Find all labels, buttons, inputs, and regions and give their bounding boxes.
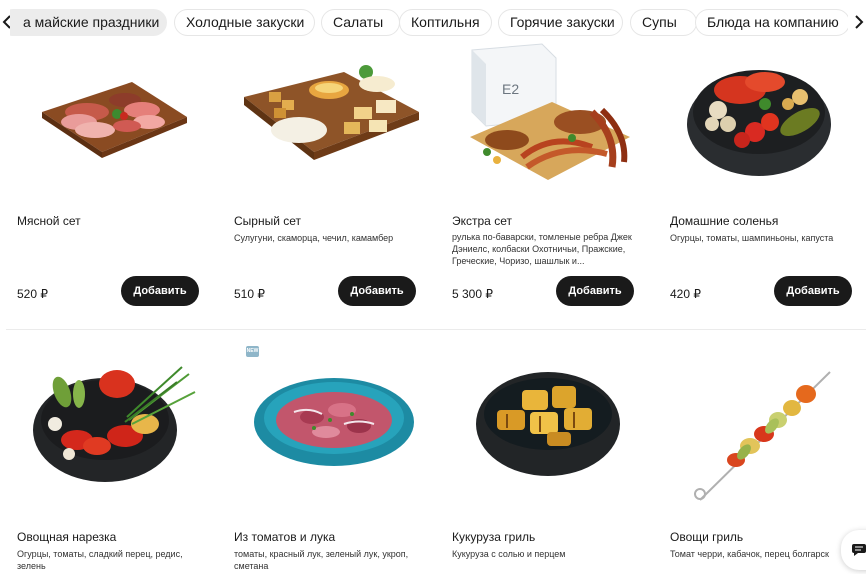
- category-chip-group-dishes[interactable]: Блюда на компанию: [695, 9, 848, 36]
- category-chips: а майские праздники Холодные закуски Сал…: [10, 9, 848, 37]
- product-card-grilled-corn[interactable]: Кукуруза гриль Кукуруза с солью и перцем: [452, 362, 642, 574]
- product-title[interactable]: Сырный сет: [234, 214, 301, 228]
- chat-icon: [852, 544, 866, 556]
- add-to-cart-button[interactable]: Добавить: [121, 276, 199, 306]
- product-description: Огурцы, томаты, шампиньоны, капуста: [670, 233, 834, 243]
- meat-platter-image: [17, 52, 207, 182]
- product-card-meat-set[interactable]: Мясной сет 520 ₽ Добавить: [17, 52, 207, 312]
- chat-button[interactable]: [841, 530, 866, 570]
- product-title[interactable]: Мясной сет: [17, 214, 81, 228]
- category-chip-soups[interactable]: Супы: [630, 9, 697, 36]
- product-price: 510 ₽: [234, 287, 265, 301]
- category-chip-salads[interactable]: Салаты: [321, 9, 400, 36]
- product-card-cheese-set[interactable]: Сырный сет Сулугуни, скаморца, чечил, ка…: [234, 52, 424, 312]
- product-description: Томат черри, кабачок, перец болгарск: [670, 549, 829, 559]
- product-title[interactable]: Кукуруза гриль: [452, 530, 535, 544]
- product-description: рулька по-баварски, томленые ребра Джек …: [452, 232, 632, 266]
- category-chip-smokehouse[interactable]: Коптильня: [399, 9, 492, 36]
- product-price: 420 ₽: [670, 287, 701, 301]
- cheese-platter-image: [234, 52, 424, 182]
- product-price: 5 300 ₽: [452, 287, 493, 301]
- category-chip-cold-snacks[interactable]: Холодные закуски: [174, 9, 315, 36]
- add-to-cart-button[interactable]: Добавить: [774, 276, 852, 306]
- new-badge: NEW: [246, 346, 259, 357]
- add-to-cart-button[interactable]: Добавить: [338, 276, 416, 306]
- category-chip-may-holidays[interactable]: а майские праздники: [10, 9, 167, 36]
- product-description: Сулугуни, скаморца, чечил, камамбер: [234, 233, 394, 243]
- product-title[interactable]: Овощи гриль: [670, 530, 743, 544]
- chevron-right-icon[interactable]: [852, 11, 866, 33]
- product-title[interactable]: Экстра сет: [452, 214, 512, 228]
- product-price: 520 ₽: [17, 287, 48, 301]
- product-card-vegetable-slices[interactable]: Овощная нарезка Огурцы, томаты, сладкий …: [17, 362, 207, 574]
- product-description: Кукуруза с солью и перцем: [452, 549, 566, 559]
- product-card-pickles[interactable]: Домашние соленья Огурцы, томаты, шампинь…: [670, 52, 860, 312]
- category-chip-hot-snacks[interactable]: Горячие закуски: [498, 9, 623, 36]
- product-description: томаты, красный лук, зеленый лук, укроп,…: [234, 549, 409, 571]
- product-title[interactable]: Из томатов и лука: [234, 530, 335, 544]
- product-card-tomato-onion-salad[interactable]: Из томатов и лука томаты, красный лук, з…: [234, 362, 424, 574]
- product-card-extra-set[interactable]: E2 Экстра сет рулька по-баварски, томлен…: [452, 42, 642, 312]
- svg-text:E2: E2: [502, 81, 519, 97]
- product-description: Огурцы, томаты, сладкий перец, редис, зе…: [17, 549, 183, 571]
- grilled-corn-image: [452, 362, 642, 492]
- product-title[interactable]: Домашние соленья: [670, 214, 778, 228]
- extra-set-image: E2: [452, 42, 642, 192]
- row-divider: [6, 329, 866, 330]
- grilled-vegetables-skewer-image: [670, 362, 860, 501]
- product-card-grilled-vegetables[interactable]: Овощи гриль Томат черри, кабачок, перец …: [670, 362, 860, 574]
- category-bar: а майские праздники Холодные закуски Сал…: [0, 0, 866, 46]
- vegetables-bowl-image: [17, 362, 207, 492]
- tomato-onion-salad-image: [234, 362, 424, 492]
- add-to-cart-button[interactable]: Добавить: [556, 276, 634, 306]
- product-title[interactable]: Овощная нарезка: [17, 530, 116, 544]
- pickles-bowl-image: [670, 52, 860, 182]
